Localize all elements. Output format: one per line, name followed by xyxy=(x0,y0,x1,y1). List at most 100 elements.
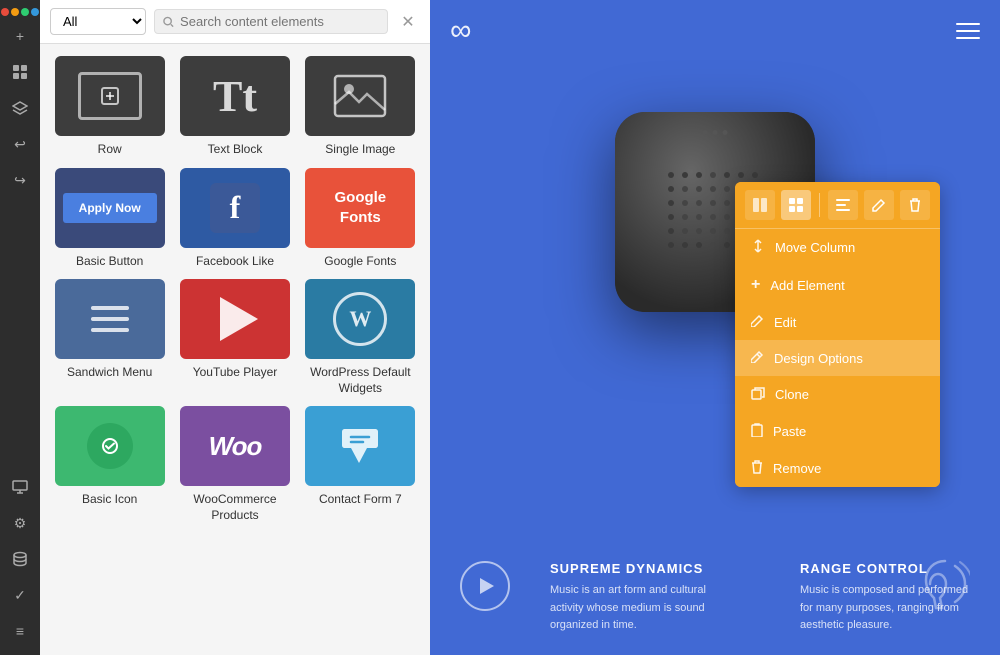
filter-select[interactable]: All Basic Advanced xyxy=(50,8,146,35)
menu-item-move-column-label: Move Column xyxy=(775,240,855,255)
hamburger-menu[interactable] xyxy=(956,23,980,39)
bottom-menu-icon[interactable]: ≡ xyxy=(4,615,36,647)
plus-icon[interactable]: + xyxy=(4,20,36,52)
layout-icon[interactable] xyxy=(4,56,36,88)
element-single-image[interactable]: Single Image xyxy=(303,56,418,158)
play-button[interactable] xyxy=(460,561,510,611)
row-add-icon xyxy=(99,85,121,107)
contact-form-icon xyxy=(337,423,383,469)
column-active-btn[interactable] xyxy=(781,190,811,220)
basic-icon-preview xyxy=(87,423,133,469)
menu-item-paste[interactable]: Paste xyxy=(735,413,940,450)
elements-grid: Row Tt Text Block Single Image Apply N xyxy=(40,44,430,536)
youtube-play-icon xyxy=(220,297,258,341)
element-text-block[interactable]: Tt Text Block xyxy=(177,56,292,158)
move-column-icon xyxy=(751,239,765,256)
menu-item-edit-label: Edit xyxy=(774,315,796,330)
wordpress-icon: W xyxy=(333,292,387,346)
element-sandwich-menu[interactable]: Sandwich Menu xyxy=(52,279,167,396)
menu-item-add-element[interactable]: + Add Element xyxy=(735,266,940,304)
element-youtube-player[interactable]: YouTube Player xyxy=(177,279,292,396)
element-facebook-like[interactable]: f Facebook Like xyxy=(177,168,292,270)
element-wordpress-widgets[interactable]: W WordPress Default Widgets xyxy=(303,279,418,396)
search-icon xyxy=(163,16,174,28)
menu-item-paste-label: Paste xyxy=(773,424,806,439)
bottom-section: SUPREME DYNAMICS Music is an art form an… xyxy=(430,541,1000,655)
undo-icon[interactable]: ↩ xyxy=(4,128,36,160)
element-basic-icon-label: Basic Icon xyxy=(82,492,137,508)
product-area: Move Column + Add Element Edit xyxy=(430,62,1000,362)
menu-item-remove-label: Remove xyxy=(773,461,821,476)
remove-icon xyxy=(751,460,763,477)
search-input[interactable] xyxy=(180,14,379,29)
redo-icon[interactable]: ↪ xyxy=(4,164,36,196)
element-wordpress-widgets-label: WordPress Default Widgets xyxy=(303,365,418,396)
database-icon[interactable] xyxy=(4,543,36,575)
element-text-block-label: Text Block xyxy=(208,142,263,158)
menu-item-design-options-label: Design Options xyxy=(774,351,863,366)
main-content: ∞ xyxy=(430,0,1000,655)
col-supreme-dynamics: SUPREME DYNAMICS Music is an art form an… xyxy=(550,561,720,635)
layers-icon[interactable] xyxy=(4,92,36,124)
element-basic-button[interactable]: Apply Now Basic Button xyxy=(52,168,167,270)
content-columns: SUPREME DYNAMICS Music is an art form an… xyxy=(550,561,970,635)
element-facebook-like-label: Facebook Like xyxy=(196,254,274,270)
context-menu-items: Move Column + Add Element Edit xyxy=(735,229,940,487)
add-element-icon: + xyxy=(751,276,760,294)
element-single-image-label: Single Image xyxy=(325,142,395,158)
woocommerce-icon: Woo xyxy=(209,431,262,462)
element-contact-form-7-label: Contact Form 7 xyxy=(319,492,402,508)
monitor-icon[interactable] xyxy=(4,471,36,503)
columns-btn[interactable] xyxy=(745,190,775,220)
edit-btn[interactable] xyxy=(864,190,894,220)
button-preview: Apply Now xyxy=(63,193,157,223)
facebook-icon: f xyxy=(210,183,260,233)
design-options-icon xyxy=(751,350,764,366)
close-button[interactable]: ✕ xyxy=(396,10,420,34)
brand-logo: ∞ xyxy=(450,14,471,48)
element-basic-button-label: Basic Button xyxy=(76,254,143,270)
elements-panel: All Basic Advanced ✕ Row xyxy=(40,0,430,655)
panel-header: All Basic Advanced ✕ xyxy=(40,0,430,44)
context-toolbar: Move Column + Add Element Edit xyxy=(735,182,940,487)
paste-icon xyxy=(751,423,763,440)
align-btn[interactable] xyxy=(828,190,858,220)
menu-item-design-options[interactable]: Design Options xyxy=(735,340,940,376)
check-icon[interactable]: ✓ xyxy=(4,579,36,611)
hamburger-line-1 xyxy=(956,23,980,25)
element-woocommerce[interactable]: Woo WooCommerceProducts xyxy=(177,406,292,523)
menu-item-move-column[interactable]: Move Column xyxy=(735,229,940,266)
clone-icon xyxy=(751,386,765,403)
main-header: ∞ xyxy=(430,0,1000,62)
element-contact-form-7[interactable]: Contact Form 7 xyxy=(303,406,418,523)
hamburger-line-3 xyxy=(956,37,980,39)
play-triangle-icon xyxy=(480,578,494,594)
col-title-supreme: SUPREME DYNAMICS xyxy=(550,561,720,576)
menu-item-remove[interactable]: Remove xyxy=(735,450,940,487)
google-fonts-icon: GoogleFonts xyxy=(330,184,390,231)
element-basic-icon[interactable]: Basic Icon xyxy=(52,406,167,523)
menu-item-clone[interactable]: Clone xyxy=(735,376,940,413)
edit-menu-icon xyxy=(751,314,764,330)
element-woocommerce-label: WooCommerceProducts xyxy=(193,492,276,523)
ear-icon xyxy=(920,556,970,625)
element-row-label: Row xyxy=(98,142,122,158)
text-block-icon: Tt xyxy=(213,71,257,122)
col-text-supreme: Music is an art form and cultural activi… xyxy=(550,582,720,635)
left-sidebar: + ↩ ↪ ⚙ ✓ ≡ xyxy=(0,0,40,655)
hamburger-line-2 xyxy=(956,30,980,32)
toolbar-top xyxy=(735,182,940,229)
single-image-icon xyxy=(333,74,387,118)
menu-item-clone-label: Clone xyxy=(775,387,809,402)
delete-btn[interactable] xyxy=(900,190,930,220)
element-google-fonts[interactable]: GoogleFonts Google Fonts xyxy=(303,168,418,270)
toolbar-divider xyxy=(819,193,820,217)
app-logo xyxy=(1,8,39,16)
settings-icon[interactable]: ⚙ xyxy=(4,507,36,539)
element-youtube-player-label: YouTube Player xyxy=(193,365,278,381)
element-row[interactable]: Row xyxy=(52,56,167,158)
sandwich-menu-icon xyxy=(91,306,129,332)
menu-item-add-element-label: Add Element xyxy=(770,278,844,293)
menu-item-edit[interactable]: Edit xyxy=(735,304,940,340)
search-bar xyxy=(154,9,388,34)
